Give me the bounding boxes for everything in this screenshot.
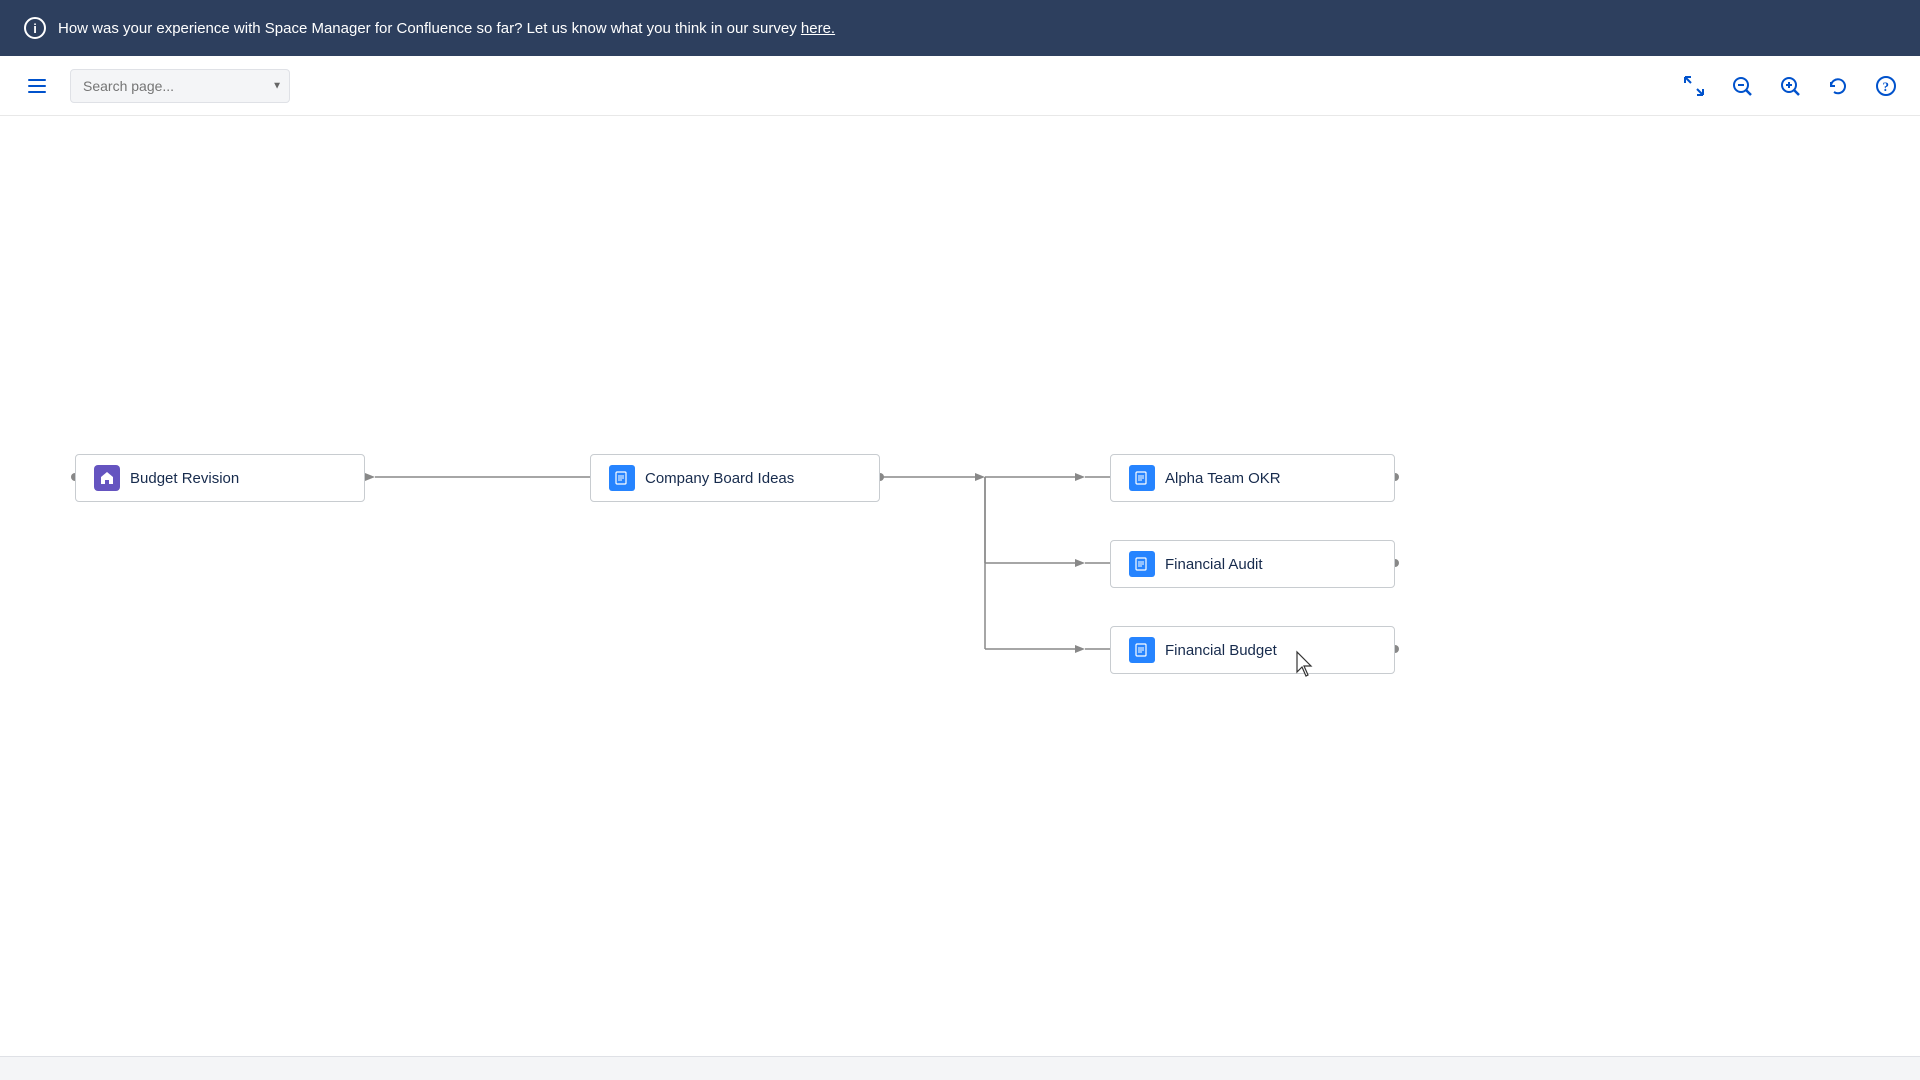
bottom-bar: [0, 1056, 1920, 1080]
toolbar: ▼: [0, 56, 1920, 116]
search-container: ▼: [70, 69, 290, 103]
doc-icon: [1129, 551, 1155, 577]
zoom-out-icon[interactable]: [1728, 72, 1756, 100]
node-label-financial-audit: Financial Audit: [1165, 556, 1263, 573]
doc-icon: [1129, 465, 1155, 491]
chevron-down-icon: ▼: [272, 80, 282, 91]
svg-text:?: ?: [1883, 79, 1890, 94]
doc-icon: [609, 465, 635, 491]
survey-link[interactable]: here.: [801, 20, 835, 37]
info-icon: i: [24, 17, 46, 39]
survey-banner: i How was your experience with Space Man…: [0, 0, 1920, 56]
toolbar-right: ?: [1680, 72, 1900, 100]
help-icon[interactable]: ?: [1872, 72, 1900, 100]
doc-icon: [1129, 637, 1155, 663]
node-financial-budget[interactable]: Financial Budget: [1110, 626, 1395, 674]
node-company-board-ideas[interactable]: Company Board Ideas: [590, 454, 880, 502]
home-icon: [94, 465, 120, 491]
node-financial-audit[interactable]: Financial Audit: [1110, 540, 1395, 588]
hamburger-icon: [28, 79, 46, 81]
menu-button[interactable]: [20, 71, 54, 101]
node-budget-revision[interactable]: Budget Revision: [75, 454, 365, 502]
node-alpha-team-okr[interactable]: Alpha Team OKR: [1110, 454, 1395, 502]
node-label-company-board-ideas: Company Board Ideas: [645, 470, 794, 487]
node-label-budget-revision: Budget Revision: [130, 470, 239, 487]
node-label-financial-budget: Financial Budget: [1165, 642, 1277, 659]
collapse-icon[interactable]: [1680, 72, 1708, 100]
connectors-svg: [0, 116, 1920, 1080]
search-input[interactable]: [70, 69, 290, 103]
canvas: Budget Revision Company Board Ideas Alph…: [0, 116, 1920, 1080]
zoom-in-icon[interactable]: [1776, 72, 1804, 100]
node-label-alpha-team-okr: Alpha Team OKR: [1165, 470, 1281, 487]
hamburger-icon: [28, 85, 46, 87]
hamburger-icon: [28, 91, 46, 93]
banner-text: How was your experience with Space Manag…: [58, 20, 835, 37]
refresh-icon[interactable]: [1824, 72, 1852, 100]
